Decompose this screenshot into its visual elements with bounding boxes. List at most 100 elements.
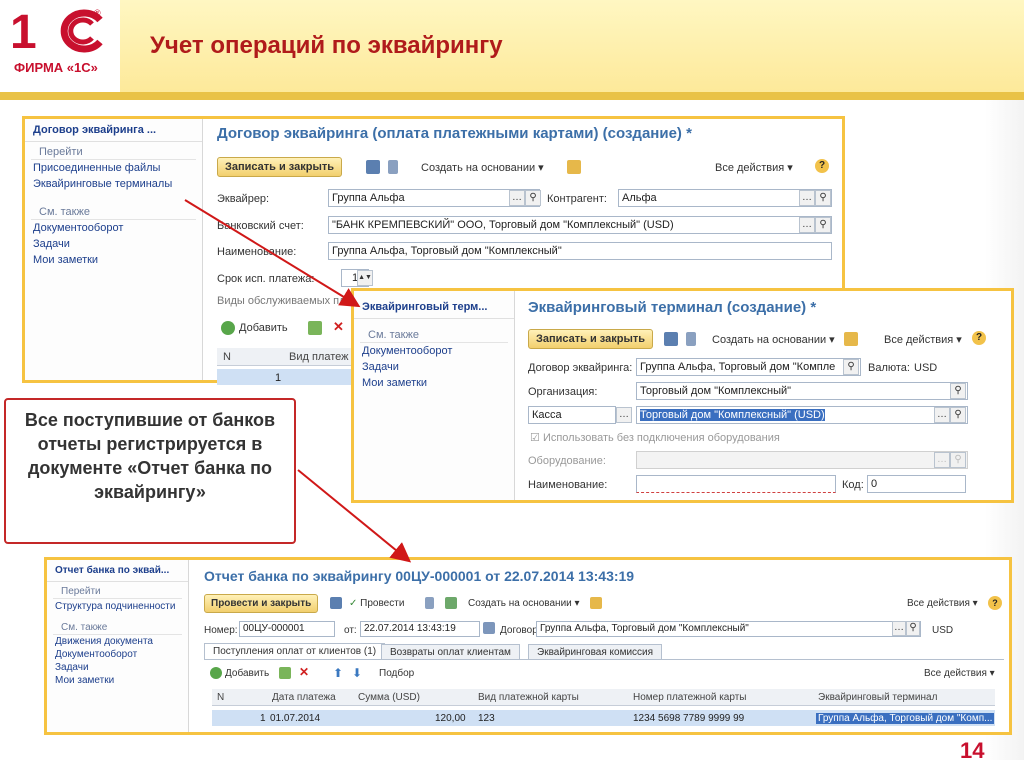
post-close-button[interactable]: Провести и закрыть [204,594,319,613]
counterparty-select-button[interactable]: … [799,190,815,206]
grid-all-actions-menu[interactable]: Все действия ▾ [924,668,995,679]
tab-receipts[interactable]: Поступления оплат от клиентов (1) [204,643,386,660]
sidebar-title[interactable]: Эквайринговый терм... [354,291,514,319]
all-actions-menu[interactable]: Все действия ▾ [907,598,978,609]
sidebar-item-docflow[interactable]: Документооборот [354,343,514,359]
currency-label: Валюта: [868,362,910,374]
terminal-name-field[interactable] [636,475,836,493]
organization-search-icon[interactable]: ⚲ [950,383,966,399]
offline-checkbox-row[interactable]: ☑ Использовать без подключения оборудова… [530,431,780,444]
sidebar-item-structure[interactable]: Структура подчиненности [47,599,188,614]
table-row[interactable]: 1 01.07.2014 120,00 123 1234 5698 7789 9… [212,710,995,726]
move-down-icon[interactable]: ⬇ [352,666,362,680]
help-icon[interactable]: ? [972,331,986,345]
delete-icon[interactable]: ✕ [299,665,309,679]
contract-field[interactable]: Группа Альфа, Торговый дом "Комплексный" [536,621,921,637]
equipment-search-icon[interactable]: ⚲ [950,452,966,468]
acquirer-search-icon[interactable]: ⚲ [525,190,541,206]
calendar-icon[interactable] [483,622,495,634]
cash-account-field[interactable]: Торговый дом "Комплексный" (USD) [636,406,968,424]
sidebar-title[interactable]: Отчет банка по эквай... [47,560,188,582]
grid-all-actions-label: Все действия [924,668,987,679]
organization-field[interactable]: Торговый дом "Комплексный" [636,382,968,400]
help-icon[interactable]: ? [988,596,1002,610]
save-close-button[interactable]: Записать и закрыть [528,329,654,349]
help-icon[interactable]: ? [815,159,829,173]
header-band [0,92,1024,100]
create-based-menu[interactable]: Создать на основании ▾ [712,333,835,346]
counterparty-search-icon[interactable]: ⚲ [815,190,831,206]
list-icon[interactable] [686,332,696,346]
sidebar-item-terminals[interactable]: Эквайринговые терминалы [25,176,202,192]
svg-text:1: 1 [10,6,37,54]
save-close-button[interactable]: Записать и закрыть [217,157,343,177]
organization-label: Организация: [528,386,598,398]
sidebar-item-movements[interactable]: Движения документа [47,635,188,648]
save-icon[interactable] [664,332,678,346]
sidebar-heading-see-also: См. также [31,202,196,220]
add-button[interactable]: Добавить [225,668,269,679]
save-icon[interactable] [366,160,380,174]
column-card-type: Вид платежной карты [478,692,579,703]
bank-account-field[interactable]: "БАНК КРЕМПЕВСКИЙ" ООО, Торговый дом "Ко… [328,216,832,234]
add-button[interactable]: Добавить [239,322,288,334]
number-field[interactable]: 00ЦУ-000001 [239,621,335,637]
sidebar-item-docflow[interactable]: Документооборот [25,220,202,236]
dt-kt-icon[interactable] [445,597,457,609]
acquirer-select-button[interactable]: … [509,190,525,206]
all-actions-menu[interactable]: Все действия ▾ [715,161,793,174]
sidebar-item-attached-files[interactable]: Присоединенные файлы [25,160,202,176]
bank-account-select-button[interactable]: … [799,217,815,233]
contract-search-icon[interactable]: ⚲ [906,621,920,636]
table-row[interactable]: 1 [217,369,353,385]
list-icon[interactable] [425,597,434,609]
cash-type-select-button[interactable]: … [616,407,632,423]
create-based-menu[interactable]: Создать на основании ▾ [468,598,580,609]
contract-label: Договор: [500,625,541,636]
select-button[interactable]: Подбор [379,668,414,679]
sidebar-item-notes[interactable]: Мои заметки [47,674,188,687]
contract-select-button[interactable]: … [892,621,906,636]
all-actions-menu[interactable]: Все действия ▾ [884,333,962,346]
sidebar-item-notes[interactable]: Мои заметки [354,375,514,391]
code-field[interactable]: 0 [867,475,966,493]
create-based-menu[interactable]: Создать на основании ▾ [421,161,544,174]
equipment-select-button[interactable]: … [934,452,950,468]
cash-account-search-icon[interactable]: ⚲ [950,407,966,423]
equipment-field[interactable] [636,451,968,469]
sidebar-title[interactable]: Договор эквайринга ... [25,119,202,142]
tab-commission[interactable]: Эквайринговая комиссия [528,644,663,660]
contract-search-icon[interactable]: ⚲ [843,359,859,375]
contract-field[interactable]: Группа Альфа, Торговый дом "Компле [636,358,861,376]
sidebar-item-notes[interactable]: Мои заметки [25,252,202,268]
all-actions-label: Все действия [715,162,785,174]
delete-icon[interactable]: ✕ [333,319,344,335]
save-icon[interactable] [330,597,342,609]
copy-icon[interactable] [279,667,291,679]
equipment-label: Оборудование: [528,455,606,467]
cell-n: 1 [260,713,266,724]
cash-type-field[interactable]: Касса [528,406,616,424]
sidebar-item-tasks[interactable]: Задачи [25,236,202,252]
cash-account-select-button[interactable]: … [934,407,950,423]
bank-account-search-icon[interactable]: ⚲ [815,217,831,233]
copy-icon[interactable] [308,321,322,335]
post-button[interactable]: ✓ Провести [349,598,404,609]
payment-term-stepper[interactable]: ▲▼ [357,270,373,286]
all-actions-label: Все действия [907,598,970,609]
create-based-label: Создать на основании [712,334,827,346]
move-up-icon[interactable]: ⬆ [333,666,343,680]
sidebar-item-tasks[interactable]: Задачи [354,359,514,375]
checkbox-icon[interactable]: ☑ [530,432,540,444]
sidebar-item-docflow[interactable]: Документооборот [47,648,188,661]
print-icon[interactable] [567,160,581,174]
column-payment-type: Вид платеж [289,351,349,363]
sidebar-item-tasks[interactable]: Задачи [47,661,188,674]
print-icon[interactable] [844,332,858,346]
tab-returns[interactable]: Возвраты оплат клиентам [381,644,520,660]
column-n: N [217,692,225,703]
date-field[interactable]: 22.07.2014 13:43:19 [360,621,480,637]
list-icon[interactable] [388,160,398,174]
name-field[interactable]: Группа Альфа, Торговый дом "Комплексный" [328,242,832,260]
print-icon[interactable] [590,597,602,609]
